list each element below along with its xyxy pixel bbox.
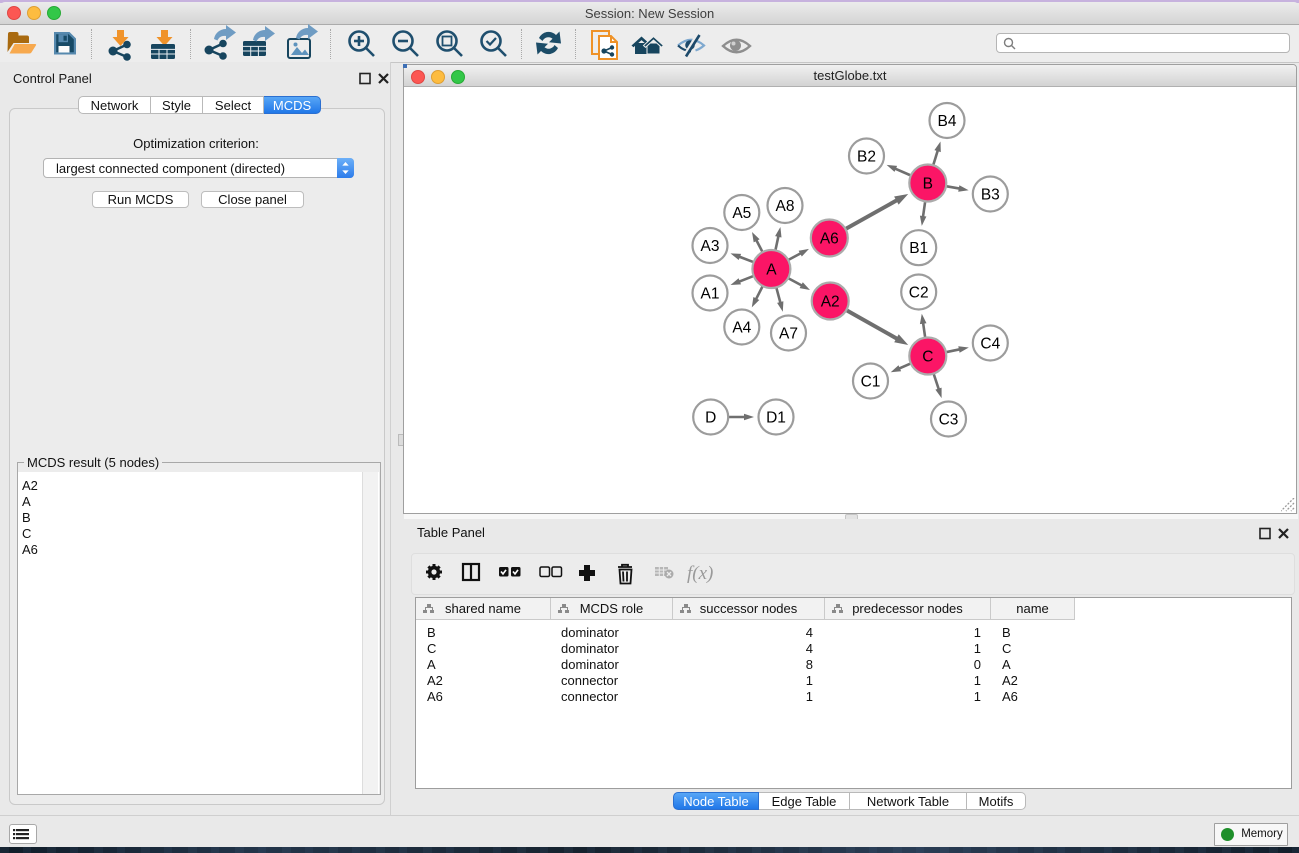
svg-text:A8: A8 <box>776 198 795 215</box>
svg-text:A4: A4 <box>732 320 751 337</box>
svg-text:B1: B1 <box>909 240 928 257</box>
svg-text:C: C <box>922 349 933 366</box>
svg-text:D1: D1 <box>766 410 786 427</box>
svg-text:B2: B2 <box>857 149 876 166</box>
svg-text:B4: B4 <box>938 113 957 130</box>
svg-text:D: D <box>705 410 716 427</box>
svg-text:C1: C1 <box>861 374 881 391</box>
svg-text:f(x): f(x) <box>687 563 713 584</box>
svg-text:A7: A7 <box>779 326 798 343</box>
svg-text:A1: A1 <box>701 286 720 303</box>
svg-text:A: A <box>766 262 777 279</box>
svg-text:C3: C3 <box>939 412 959 429</box>
svg-text:A3: A3 <box>701 238 720 255</box>
svg-text:A6: A6 <box>820 231 839 248</box>
svg-text:B3: B3 <box>981 187 1000 204</box>
svg-text:A2: A2 <box>821 294 840 311</box>
svg-text:C4: C4 <box>980 336 1000 353</box>
svg-text:A5: A5 <box>732 205 751 222</box>
svg-text:B: B <box>923 176 933 193</box>
svg-text:C2: C2 <box>909 285 929 302</box>
